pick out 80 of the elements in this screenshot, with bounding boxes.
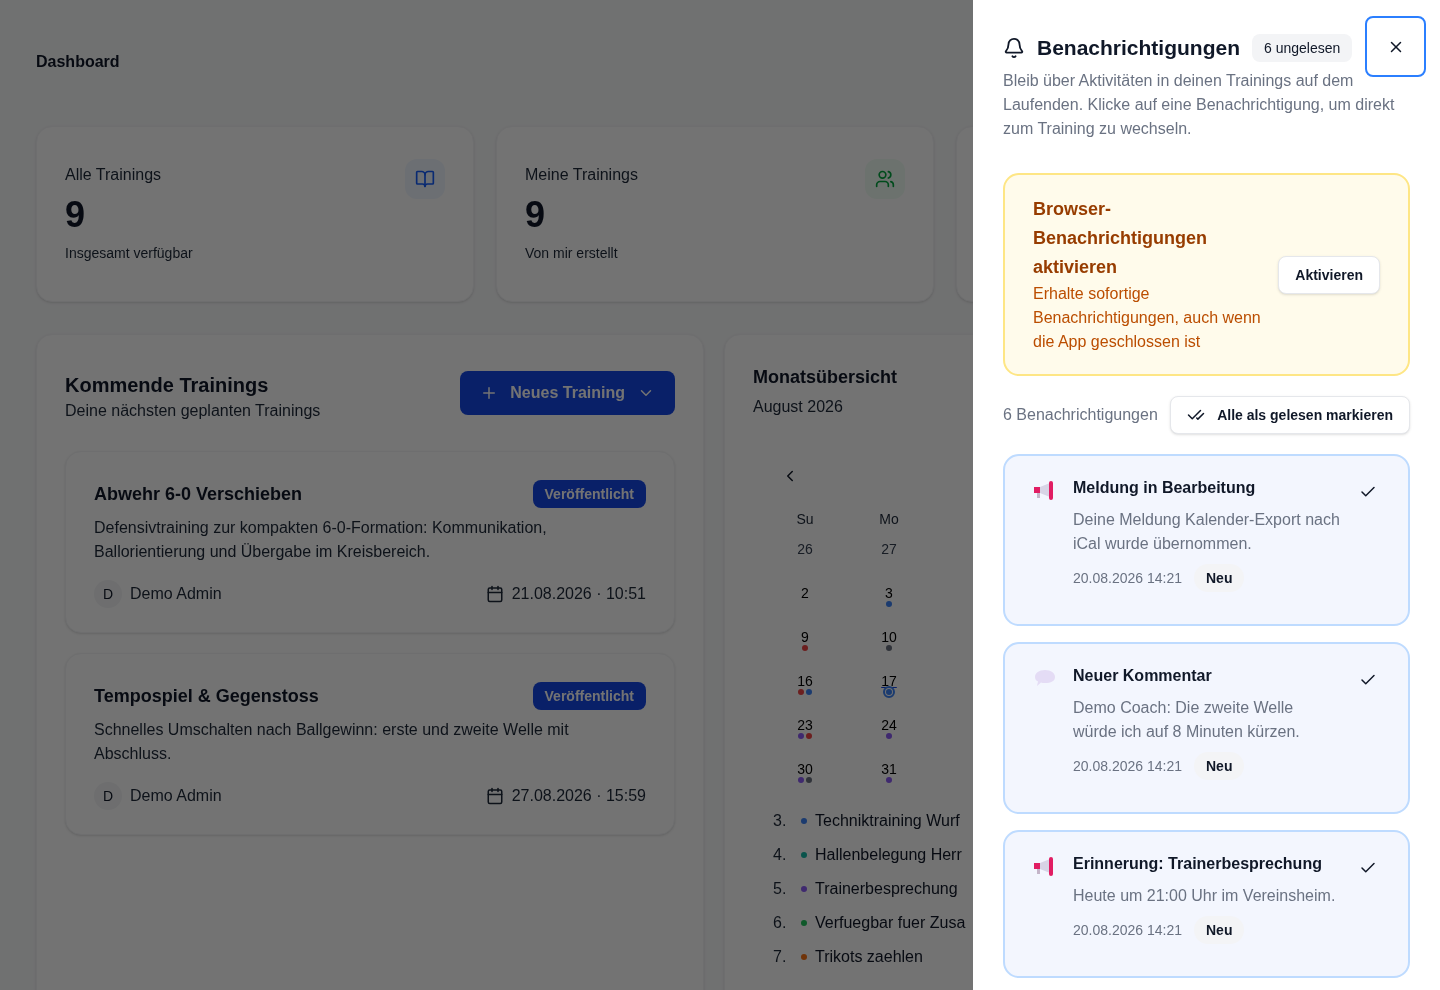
banner-title: Browser-Benachrichtigungen aktivieren	[1033, 198, 1208, 279]
notification-title: Neuer Kommentar	[1073, 666, 1213, 686]
notification-time: 20.08.2026 14:21	[1073, 921, 1182, 940]
event-title[interactable]: Techniktraining Wurf	[815, 809, 960, 833]
event-title[interactable]: Hallenbelegung Herr	[815, 843, 962, 867]
calendar-day[interactable]: 17	[881, 673, 897, 689]
section-subtitle: Deine nächsten geplanten Trainings	[65, 401, 321, 421]
new-badge: Neu	[1194, 752, 1245, 780]
event-number: 3.	[773, 811, 788, 831]
weekday-label: Su	[795, 510, 815, 529]
banner-text: Erhalte sofortige Benachrichtigungen, auch wenn die App geschlossen ist	[1033, 284, 1262, 352]
calendar-icon	[485, 585, 504, 603]
activate-button[interactable]: Aktivieren	[1278, 255, 1380, 294]
calendar-day[interactable]: 16	[797, 673, 813, 689]
weekday-label: Mo	[878, 510, 900, 529]
training-description: Defensivtraining zur kompakten 6-0-Formation: Kommunikation, Ballorientierung und Übergabe im Kreisbereich.	[94, 518, 548, 562]
notification-card[interactable]: Erinnerung: Trainerbesprechung Heute um 21:00 Uhr im Vereinsheim. 20.08.2026 14:21 Neu	[1003, 830, 1410, 978]
close-button[interactable]	[1365, 16, 1426, 77]
calendar-day[interactable]: 9	[801, 629, 809, 645]
mark-all-read-button[interactable]: Alle als gelesen markieren	[1170, 396, 1410, 434]
calendar-day[interactable]: 30	[797, 761, 813, 777]
stat-caption: Insgesamt verfügbar	[65, 244, 194, 263]
new-badge: Neu	[1194, 916, 1245, 944]
calendar-month: August 2026	[753, 397, 843, 417]
new-badge: Neu	[1194, 564, 1245, 592]
page-title: Dashboard	[36, 52, 121, 72]
event-title[interactable]: Verfuegbar fuer Zusa	[815, 911, 966, 935]
training-description: Schnelles Umschalten nach Ballgewinn: erste und zweite Welle mit Abschluss.	[94, 720, 570, 764]
author-name: Demo Admin	[130, 584, 222, 604]
book-icon	[405, 159, 445, 199]
training-date: 21.08.2026 · 10:51	[511, 584, 646, 604]
drawer-description: Bleib über Aktivitäten in deinen Trainings auf dem Laufenden. Klicke auf eine Benachrichtigung, um direkt zum Training zu wechseln.	[1003, 71, 1396, 139]
event-title[interactable]: Trainerbesprechung	[815, 877, 958, 901]
stat-caption: Von mir erstellt	[525, 244, 619, 263]
calendar-day[interactable]: 26	[797, 541, 813, 557]
calendar-day[interactable]: 27	[881, 541, 897, 557]
status-badge: Veröffentlicht	[532, 682, 646, 710]
author-avatar: D	[94, 782, 122, 810]
bell-icon	[1003, 36, 1025, 59]
training-card[interactable]: Abwehr 6-0 Verschieben Veröffentlicht Defensivtraining zur kompakten 6-0-Formation: Kommunikation, Ballorientierung und Übergabe im Kreisbereich. D Demo Admin 21.08.2026 · 10:51	[65, 451, 675, 633]
notification-text: Demo Coach: Die zweite Welle würde ich auf 8 Minuten kürzen.	[1073, 698, 1301, 742]
training-title: Tempospiel & Gegenstoss	[94, 685, 319, 708]
status-badge: Veröffentlicht	[532, 480, 646, 508]
calendar-day[interactable]: 10	[881, 629, 897, 645]
stat-label: Meine Trainings	[525, 165, 638, 185]
notification-card[interactable]: Meldung in Bearbeitung Deine Meldung Kalender-Export nach iCal wurde übernommen. 20.08.2026 14:21 Neu	[1003, 454, 1410, 626]
unread-count: 6 ungelesen	[1252, 33, 1353, 62]
calendar-day[interactable]: 3	[885, 585, 893, 601]
calendar-day[interactable]: 31	[881, 761, 897, 777]
training-date: 27.08.2026 · 15:59	[511, 786, 646, 806]
notification-text: Deine Meldung Kalender-Export nach iCal wurde übernommen.	[1073, 510, 1340, 554]
notification-card[interactable]: Neuer Kommentar Demo Coach: Die zweite Welle würde ich auf 8 Minuten kürzen. 20.08.2026 14:21 Neu	[1003, 642, 1410, 814]
speech-bubble-icon	[1033, 668, 1057, 688]
notification-title: Erinnerung: Trainerbesprechung	[1073, 854, 1323, 874]
stat-value: 9	[525, 195, 547, 235]
event-number: 4.	[773, 845, 788, 865]
training-card[interactable]: Tempospiel & Gegenstoss Veröffentlicht Schnelles Umschalten nach Ballgewinn: erste und zweite Welle mit Abschluss. D Demo Admin 27.08.2026 · 15:59	[65, 653, 675, 835]
event-number: 6.	[773, 913, 788, 933]
notification-time: 20.08.2026 14:21	[1073, 757, 1182, 776]
calendar-icon	[485, 787, 504, 805]
calendar-day[interactable]: 2	[801, 585, 809, 601]
calendar-day[interactable]: 24	[881, 717, 897, 733]
calendar-day[interactable]: 23	[797, 717, 813, 733]
stat-label: Alle Trainings	[65, 165, 162, 185]
event-number: 7.	[773, 947, 788, 967]
section-title: Kommende Trainings	[65, 373, 270, 398]
author-avatar: D	[94, 580, 122, 608]
stat-value: 9	[65, 195, 87, 235]
notification-count: 6 Benachrichtigungen	[1003, 405, 1158, 425]
event-number: 5.	[773, 879, 788, 899]
users-icon	[865, 159, 905, 199]
author-name: Demo Admin	[130, 786, 222, 806]
event-title[interactable]: Trikots zaehlen	[815, 945, 923, 969]
drawer-title: Benachrichtigungen	[1037, 35, 1241, 61]
notification-text: Heute um 21:00 Uhr im Vereinsheim.	[1073, 886, 1337, 906]
calendar-title: Monatsübersicht	[753, 366, 899, 389]
training-title: Abwehr 6-0 Verschieben	[94, 483, 303, 506]
notification-title: Meldung in Bearbeitung	[1073, 478, 1257, 498]
new-training-button[interactable]: Neues Training	[460, 371, 675, 415]
notification-time: 20.08.2026 14:21	[1073, 569, 1182, 588]
